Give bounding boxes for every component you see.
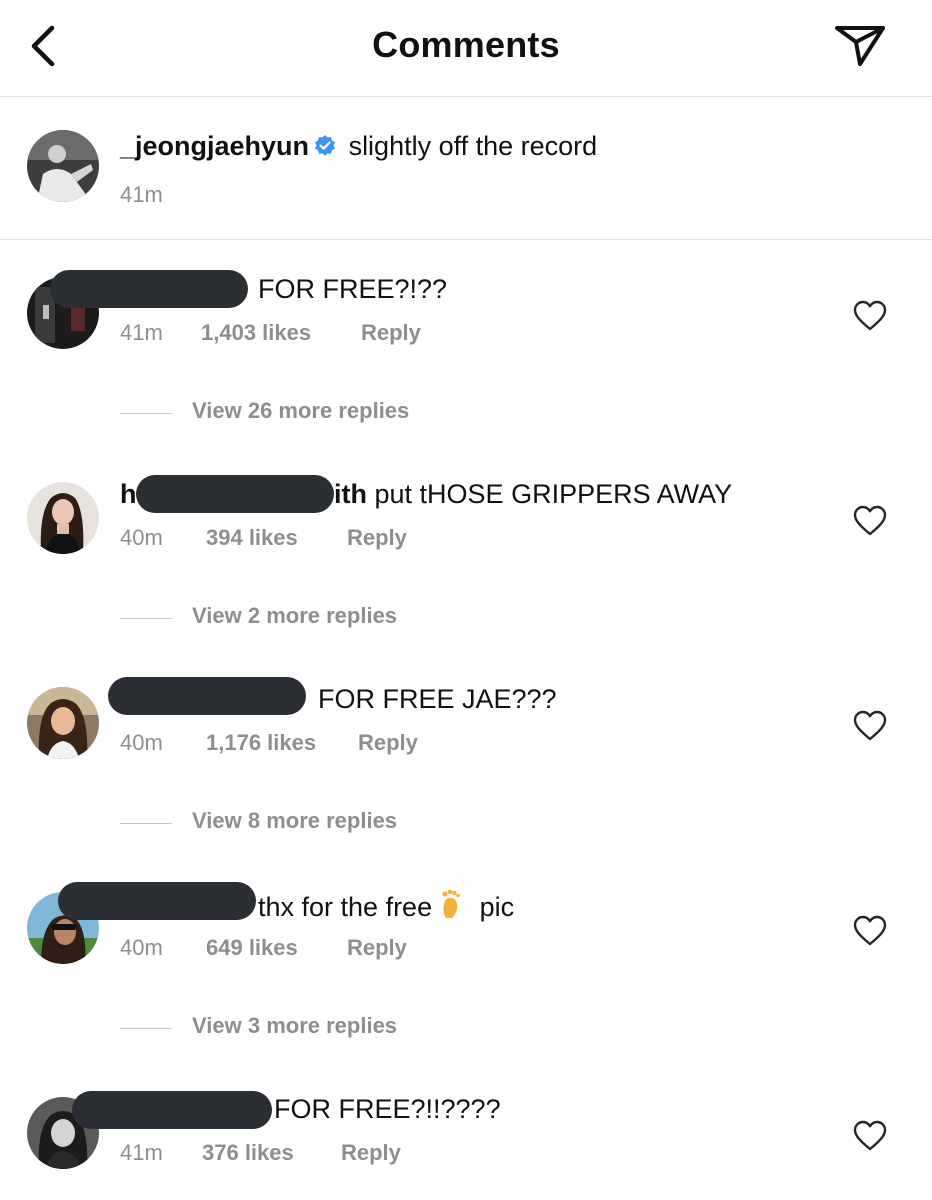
comment-likes[interactable]: 394 likes <box>206 525 347 551</box>
comment-time: 41m <box>120 1140 163 1165</box>
author-avatar[interactable] <box>27 130 99 202</box>
username-visible-start: h <box>120 479 137 509</box>
redacted-username <box>136 475 334 513</box>
comment-meta: 41m 376 likes Reply <box>120 1140 401 1166</box>
comment-meta: 40m 394 likes Reply <box>120 525 407 551</box>
caption-line: _jeongjaehyun slightly off the record <box>120 130 597 162</box>
comment-item: FOR FREE?!?? 41m 1,403 likes Reply View 26… <box>0 240 932 445</box>
comment-text: FOR FREE JAE??? <box>318 684 557 714</box>
redacted-username <box>50 270 248 308</box>
caption-text: slightly off the record <box>348 131 598 161</box>
caption-time: 41m <box>120 182 163 208</box>
caption-timestamp: 41m <box>120 182 163 207</box>
post-caption: _jeongjaehyun slightly off the record 41… <box>0 97 932 240</box>
commenter-avatar[interactable] <box>27 687 99 759</box>
comment-meta: 41m 1,403 likes Reply <box>120 320 421 346</box>
heart-icon[interactable] <box>853 300 887 332</box>
heart-icon[interactable] <box>853 915 887 947</box>
reply-button[interactable]: Reply <box>347 525 407 551</box>
reply-thread-line <box>120 823 172 824</box>
view-replies-label: View 2 more replies <box>192 603 398 628</box>
comment-item: thx for the free pic 40m 649 likes Reply V… <box>0 855 932 1060</box>
reply-button[interactable]: Reply <box>341 1140 401 1166</box>
commenter-avatar[interactable] <box>27 482 99 554</box>
comment-time: 41m <box>120 320 163 345</box>
comment-time: 40m <box>120 525 163 550</box>
comment-item: h ith put tHOSE GRIPPERS AWAY 40m 394 lik… <box>0 445 932 650</box>
caption-username[interactable]: _jeongjaehyun <box>120 131 309 161</box>
reply-thread-line <box>120 413 172 414</box>
reply-button[interactable]: Reply <box>347 935 407 961</box>
comment-text: FOR FREE?!?? <box>258 274 448 304</box>
comment-text: put tHOSE GRIPPERS AWAY <box>374 479 733 509</box>
heart-icon[interactable] <box>853 505 887 537</box>
header-bar: Comments <box>0 0 932 97</box>
view-replies-label: View 26 more replies <box>192 398 410 423</box>
comment-meta: 40m 649 likes Reply <box>120 935 407 961</box>
comment-text-end: pic <box>479 892 515 922</box>
comment-likes[interactable]: 649 likes <box>206 935 347 961</box>
share-button[interactable] <box>832 22 888 70</box>
comment-item: FOR FREE JAE??? 40m 1,176 likes Reply View… <box>0 650 932 855</box>
comment-text: FOR FREE?!!???? <box>274 1094 501 1124</box>
reply-thread-line <box>120 618 172 619</box>
redacted-username <box>108 677 306 715</box>
heart-icon[interactable] <box>853 710 887 742</box>
foot-emoji-icon <box>442 889 460 918</box>
comment-time: 40m <box>120 935 163 960</box>
verified-badge-icon <box>315 135 336 156</box>
username-visible-end: ith <box>334 479 367 509</box>
comment-likes[interactable]: 1,176 likes <box>206 730 358 756</box>
redacted-username <box>72 1091 272 1129</box>
comment-item: FOR FREE?!!???? 41m 376 likes Reply <box>0 1060 932 1200</box>
comment-text: thx for the free <box>258 892 433 922</box>
reply-button[interactable]: Reply <box>361 320 421 346</box>
paper-plane-icon <box>835 26 885 66</box>
comment-meta: 40m 1,176 likes Reply <box>120 730 418 756</box>
reply-thread-line <box>120 1028 172 1029</box>
comment-likes[interactable]: 376 likes <box>202 1140 341 1166</box>
comment-line: thx for the free pic <box>258 888 514 923</box>
page-title: Comments <box>372 24 560 65</box>
reply-button[interactable]: Reply <box>358 730 418 756</box>
view-replies-label: View 3 more replies <box>192 1013 398 1038</box>
heart-icon[interactable] <box>853 1120 887 1152</box>
view-replies-label: View 8 more replies <box>192 808 398 833</box>
redacted-username <box>58 882 256 920</box>
comment-likes[interactable]: 1,403 likes <box>201 320 361 346</box>
comment-line: ith put tHOSE GRIPPERS AWAY <box>334 478 732 510</box>
comment-time: 40m <box>120 730 163 755</box>
